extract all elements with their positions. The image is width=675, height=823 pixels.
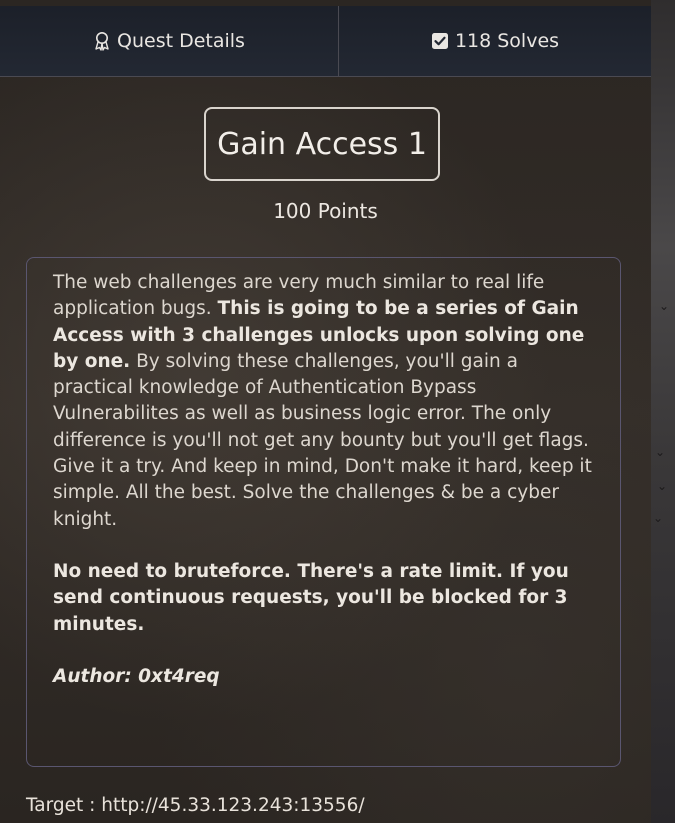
modal-tabs: Quest Details 118 Solves xyxy=(0,6,651,77)
tab-quest-details[interactable]: Quest Details xyxy=(0,6,339,76)
bat-icon: ⌄ xyxy=(657,479,668,493)
rate-limit-warning: No need to bruteforce. There's a rate li… xyxy=(53,560,569,635)
challenge-modal: Quest Details 118 Solves Gain Access 1 1… xyxy=(0,0,651,823)
challenge-author: Author: 0xt4req xyxy=(53,665,220,687)
bat-icon: ⌄ xyxy=(659,299,670,313)
description-paragraph: The web challenges are very much similar… xyxy=(53,270,600,533)
challenge-description: The web challenges are very much similar… xyxy=(26,257,621,767)
bat-icon: ⌄ xyxy=(653,511,664,525)
target-url-link[interactable]: http://45.33.123.243:13556/ xyxy=(101,795,364,816)
tab-solves[interactable]: 118 Solves xyxy=(339,6,651,76)
tab-quest-details-label: Quest Details xyxy=(117,30,245,52)
challenge-content: Gain Access 1 100 Points The web challen… xyxy=(0,77,651,823)
target-line: Target : http://45.33.123.243:13556/ xyxy=(26,795,365,816)
description-body: By solving these challenges, you'll gain… xyxy=(53,350,592,530)
challenge-points: 100 Points xyxy=(273,199,378,223)
background-scenery: ⌄ ⌄ ⌄ ⌄ xyxy=(651,0,675,823)
medal-icon xyxy=(93,31,111,51)
target-label: Target : xyxy=(26,795,102,816)
checkbox-icon xyxy=(431,32,449,50)
bat-icon: ⌄ xyxy=(655,445,666,459)
challenge-title: Gain Access 1 xyxy=(204,107,440,181)
tab-solves-label: 118 Solves xyxy=(454,30,560,52)
